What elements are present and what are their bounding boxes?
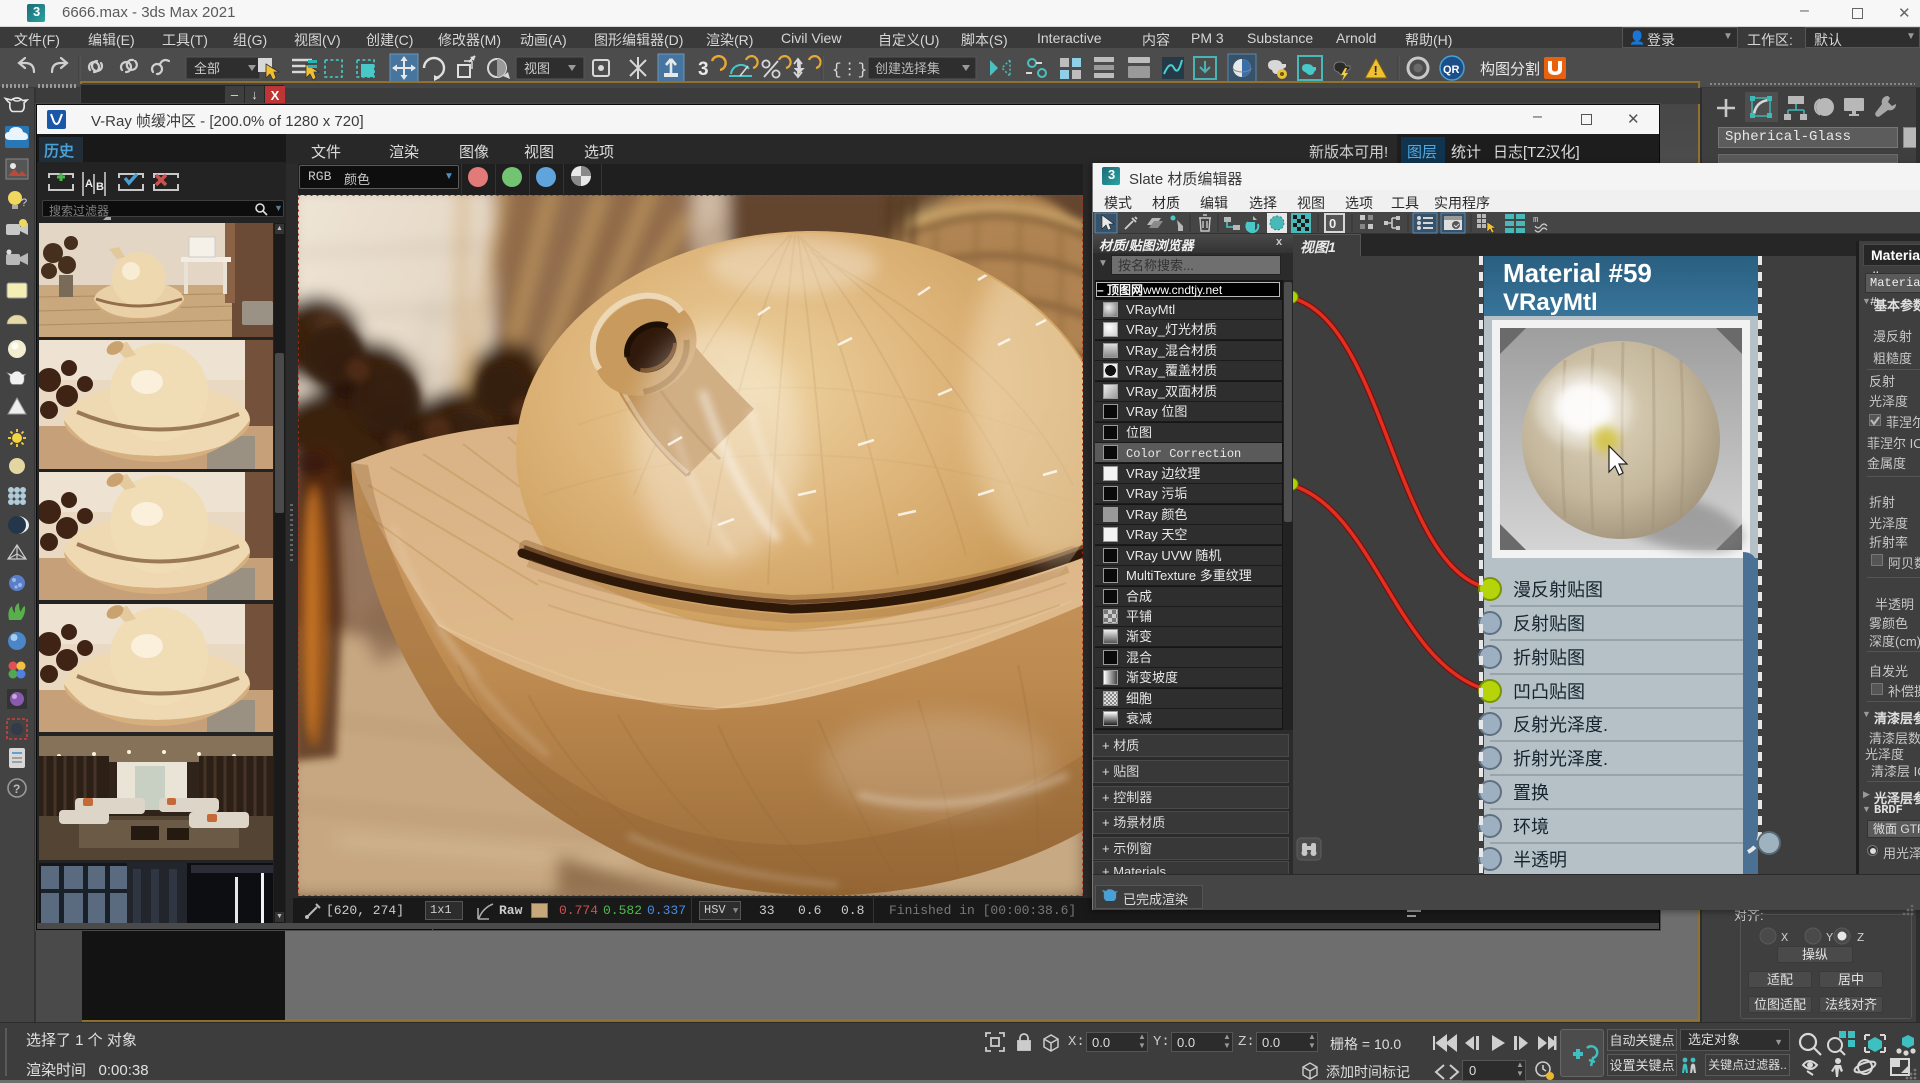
svg-text:QR: QR	[1443, 64, 1460, 76]
svg-text:3: 3	[698, 59, 709, 80]
svg-text:A: A	[85, 178, 93, 190]
svg-text:反射贴图: 反射贴图	[1513, 614, 1585, 634]
svg-text:Z: Z	[1857, 931, 1864, 945]
svg-text:视图: 视图	[524, 61, 550, 76]
svg-text:?: ?	[13, 782, 20, 796]
svg-text:?: ?	[21, 197, 27, 209]
svg-text:折射贴图: 折射贴图	[1513, 648, 1585, 668]
svg-text:m: m	[1533, 215, 1538, 225]
svg-text:X: X	[1781, 931, 1788, 945]
svg-text:0: 0	[1329, 216, 1336, 231]
svg-text:漫反射贴图: 漫反射贴图	[1513, 580, 1603, 600]
svg-text:半透明: 半透明	[1513, 850, 1567, 870]
svg-text:全部: 全部	[194, 61, 220, 76]
svg-text:Y: Y	[1826, 931, 1833, 945]
svg-text:Material #59: Material #59	[1503, 258, 1652, 288]
svg-text:VRayMtl: VRayMtl	[1503, 289, 1598, 316]
svg-text:置换: 置换	[1513, 783, 1549, 803]
svg-text:凹凸贴图: 凹凸贴图	[1513, 682, 1585, 702]
svg-text:B: B	[96, 181, 104, 193]
svg-text:{⋮}: {⋮}	[832, 61, 867, 79]
svg-text:创建选择集: 创建选择集	[875, 61, 940, 76]
svg-text:反射光泽度.: 反射光泽度.	[1513, 715, 1608, 735]
svg-text:构图分割: 构图分割	[1480, 61, 1540, 78]
svg-text:环境: 环境	[1513, 817, 1549, 837]
svg-text:折射光泽度.: 折射光泽度.	[1513, 749, 1608, 769]
svg-text:!: !	[1374, 63, 1378, 78]
